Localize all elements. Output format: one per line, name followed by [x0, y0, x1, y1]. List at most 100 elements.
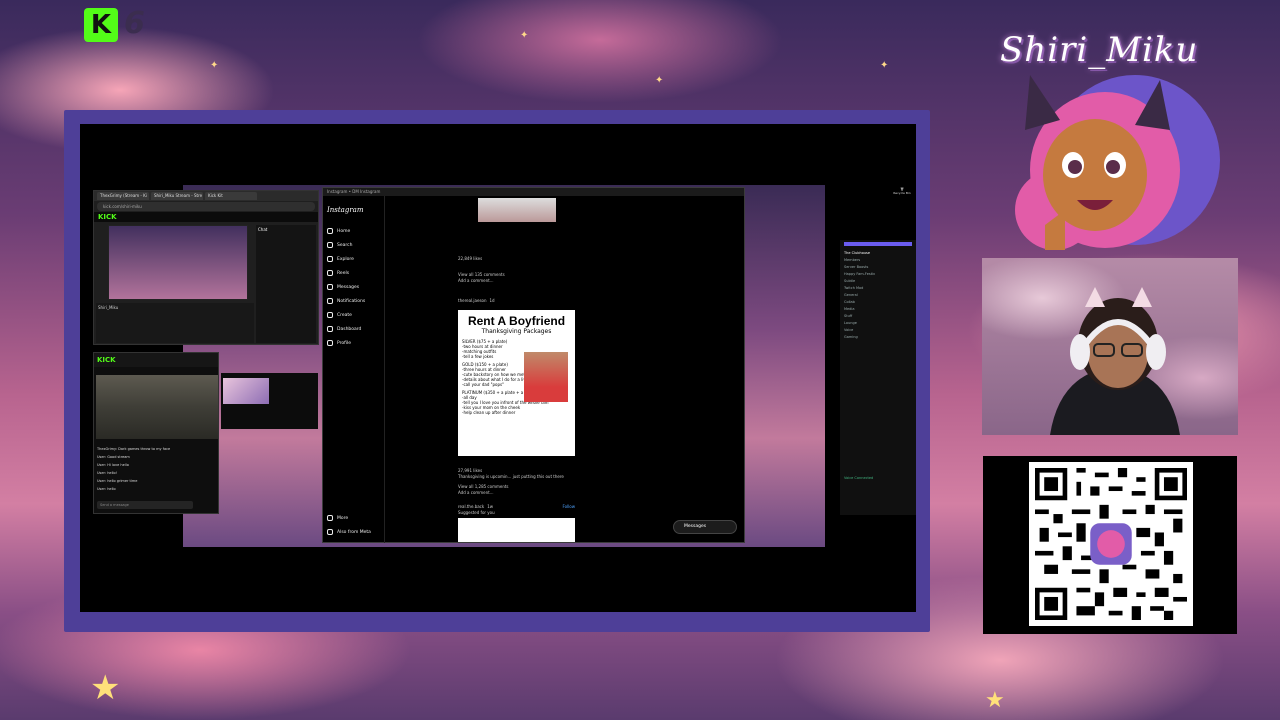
channel-item[interactable]: Media: [844, 306, 912, 313]
chat-message: User: hello!: [97, 471, 118, 475]
nav-label: Notifications: [337, 298, 366, 304]
stream-preview[interactable]: [108, 225, 248, 300]
chat-panel: Chat: [256, 225, 316, 343]
nav-label: Explore: [337, 256, 354, 262]
plus-icon: [327, 312, 333, 318]
chat-message: User: hello: [97, 487, 116, 491]
nav-label: Profile: [337, 340, 351, 346]
instagram-sidebar: Instagram Home Search Explore Reels Mess…: [323, 196, 385, 543]
nav-meta[interactable]: Also from Meta: [327, 525, 371, 539]
thumbnail: [223, 378, 269, 404]
kick-logo: K: [84, 8, 118, 42]
nav-label: Home: [337, 228, 351, 234]
menu-icon: [327, 515, 333, 521]
server-name[interactable]: The Clubhouse: [844, 250, 912, 257]
webcam-feed: [982, 258, 1238, 435]
media-tile[interactable]: [221, 373, 318, 429]
instagram-feed: 22,849 likes View all 135 comments Add a…: [458, 196, 575, 543]
post-image[interactable]: [458, 518, 575, 542]
nav-home[interactable]: Home: [327, 224, 380, 238]
mascot-illustration: [1015, 75, 1220, 250]
nav-label: Reels: [337, 270, 350, 276]
nav-dashboard[interactable]: Dashboard: [327, 322, 380, 336]
star-icon: ✦: [210, 60, 219, 71]
streamer-name[interactable]: Shiri_Miku: [98, 305, 118, 310]
kick-logo[interactable]: KICK: [97, 356, 116, 364]
nav-label: Messages: [337, 284, 360, 290]
flyer-title: Rent A Boyfriend: [467, 314, 566, 328]
suggested-label: Suggested for you: [458, 510, 495, 515]
nav-reels[interactable]: Reels: [327, 266, 380, 280]
post-time: 1d: [489, 298, 495, 303]
heart-icon: [327, 298, 333, 304]
nav-search[interactable]: Search: [327, 238, 380, 252]
instagram-window[interactable]: Instagram • DM Instagram Instagram Home …: [322, 187, 745, 543]
channel-item[interactable]: Gaming: [844, 334, 912, 341]
comment-input[interactable]: Add a comment...: [458, 490, 494, 496]
instagram-logo[interactable]: Instagram: [327, 206, 380, 214]
home-icon: [327, 228, 333, 234]
nav-create[interactable]: Create: [327, 308, 380, 322]
qr-code[interactable]: [1029, 462, 1193, 626]
channel-item[interactable]: Server Boosts: [844, 264, 912, 271]
channel-item[interactable]: Lounge: [844, 320, 912, 327]
browser-window[interactable]: ThexGrimy (Stream - Ki Shiri_Miku Stream…: [93, 190, 319, 345]
nav-profile[interactable]: Profile: [327, 336, 380, 350]
flyer-photo: [524, 352, 568, 402]
star-icon: ✦: [520, 30, 529, 41]
channel-item[interactable]: Happy Fam-Festiv: [844, 271, 912, 278]
discord-panel[interactable]: The Clubhouse Members Server Boosts Happ…: [840, 240, 916, 515]
chat-message: ThexGrimy: Dark games throw to my face: [97, 447, 171, 451]
channel-item[interactable]: Subtle: [844, 278, 912, 285]
nav-explore[interactable]: Explore: [327, 252, 380, 266]
nav-label: More: [337, 515, 349, 521]
messages-button[interactable]: Messages: [673, 520, 737, 534]
star-icon: ★: [90, 668, 121, 708]
chat-input[interactable]: Send a message: [97, 501, 193, 509]
dashboard-icon: [327, 326, 333, 332]
browser-tab[interactable]: ThexGrimy (Stream - Ki: [97, 192, 149, 200]
chat-header: Chat: [258, 227, 268, 232]
recycle-bin-icon[interactable]: 🗑 Recycle Bin: [893, 187, 911, 205]
streamer-webcam: [1050, 287, 1180, 435]
reels-icon: [327, 270, 333, 276]
meta-icon: [327, 529, 333, 535]
post-author[interactable]: thereal.jaeson: [458, 298, 487, 304]
channel-item[interactable]: Collab: [844, 299, 912, 306]
comment-input[interactable]: Add a comment...: [458, 278, 494, 284]
rent-a-boyfriend-flyer[interactable]: Rent A Boyfriend Thanksgiving Packages S…: [458, 310, 575, 456]
nav-more[interactable]: More: [327, 511, 348, 525]
browser-tab[interactable]: Kick Kit: [205, 192, 257, 200]
channel-item[interactable]: Members: [844, 257, 912, 264]
voice-status[interactable]: Voice Connected: [844, 475, 873, 482]
recycle-bin-label: Recycle Bin: [893, 191, 911, 195]
post-image[interactable]: [478, 198, 556, 222]
channel-item[interactable]: Stuff: [844, 313, 912, 320]
follow-button[interactable]: Follow: [562, 504, 575, 510]
nav-label: Create: [337, 312, 352, 318]
discord-banner: [844, 242, 912, 246]
channel-number: 6: [124, 6, 145, 41]
channel-item[interactable]: Twitch Mod: [844, 285, 912, 292]
post-likes: 22,849 likes: [458, 256, 483, 261]
kick-logo[interactable]: KICK: [98, 213, 117, 221]
nav-label: Search: [337, 242, 353, 248]
compass-icon: [327, 256, 333, 262]
star-icon: ★: [985, 688, 1005, 713]
browser-tab[interactable]: Shiri_Miku Stream - Stre: [151, 192, 203, 200]
post-caption: Thanksgiving is upcomin... just putting …: [458, 474, 564, 479]
channel-item[interactable]: General: [844, 292, 912, 299]
search-icon: [327, 242, 333, 248]
channel-item[interactable]: Voice: [844, 327, 912, 334]
game-stream-preview[interactable]: [96, 375, 218, 439]
window-title: Instagram • DM Instagram: [323, 188, 744, 196]
stream-info: Shiri_Miku: [96, 303, 254, 343]
chat-message: User: hello grimer time: [97, 479, 138, 483]
address-bar[interactable]: kick.com/shiri-miku: [97, 202, 315, 211]
browser-tabs: ThexGrimy (Stream - Ki Shiri_Miku Stream…: [94, 191, 318, 201]
kick-window[interactable]: KICK ThexGrimy: Dark games throw to my f…: [93, 352, 219, 514]
nav-label: Dashboard: [337, 326, 362, 332]
nav-messages[interactable]: Messages: [327, 280, 380, 294]
nav-notifications[interactable]: Notifications: [327, 294, 380, 308]
kick-header: KICK: [94, 212, 318, 222]
